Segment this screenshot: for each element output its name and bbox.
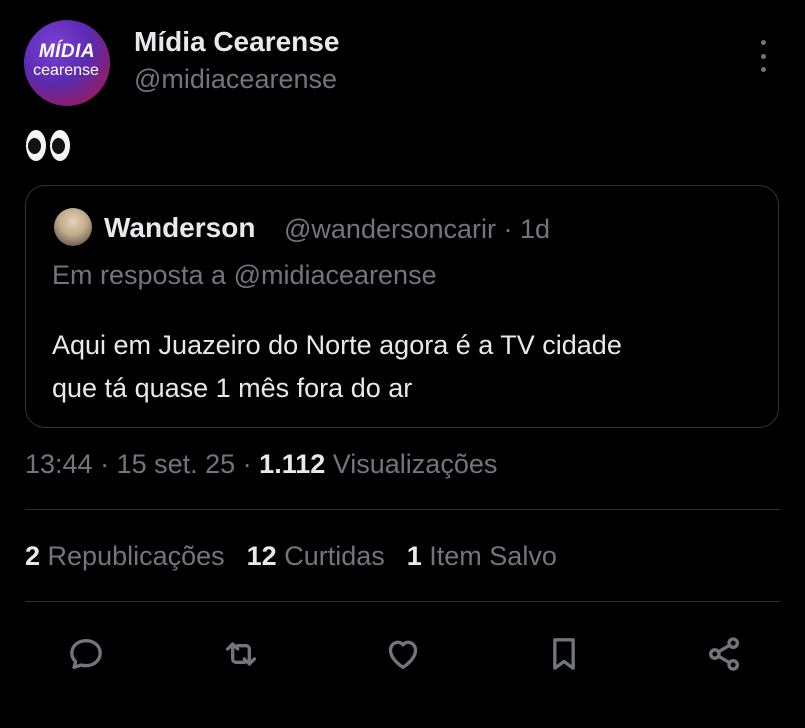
saves-count: 1 bbox=[406, 541, 422, 571]
engagement-stats: 2 Republicações 12 Curtidas 1 Item Salvo bbox=[25, 541, 557, 572]
saves-stat[interactable]: 1 Item Salvo bbox=[407, 541, 557, 571]
author-handle[interactable]: @midiacearense bbox=[134, 64, 337, 95]
reposts-count: 2 bbox=[25, 541, 41, 571]
tweet-metadata: 13:44 · 15 set. 25 · 1.112 Visualizações bbox=[25, 449, 497, 480]
quoted-text-line: que tá quase 1 mês fora do ar bbox=[52, 373, 413, 403]
author-name[interactable]: Mídia Cearense bbox=[134, 26, 339, 58]
eye-icon bbox=[26, 130, 46, 161]
tweet-time[interactable]: 13:44 bbox=[25, 449, 93, 479]
separator: · bbox=[235, 449, 260, 479]
views-count: 1.112 bbox=[259, 449, 326, 479]
reply-button[interactable] bbox=[64, 632, 108, 676]
tweet-text-emoji: 👀 bbox=[26, 130, 70, 166]
reply-icon bbox=[70, 639, 102, 669]
quoted-text-line: Aqui em Juazeiro do Norte agora é a TV c… bbox=[52, 330, 622, 360]
views-label: Visualizações bbox=[325, 449, 498, 479]
likes-count: 12 bbox=[246, 541, 277, 571]
quoted-author-avatar[interactable] bbox=[54, 208, 92, 246]
reposts-stat[interactable]: 2 Republicações bbox=[25, 541, 225, 571]
like-button[interactable] bbox=[381, 632, 425, 676]
repost-icon bbox=[226, 642, 256, 666]
bookmark-icon bbox=[553, 638, 575, 670]
saves-label: Item Salvo bbox=[421, 541, 557, 571]
reposts-label: Republicações bbox=[40, 541, 225, 571]
divider bbox=[25, 509, 780, 510]
likes-stat[interactable]: 12 Curtidas bbox=[247, 541, 385, 571]
divider bbox=[25, 601, 780, 602]
quoted-author-handle-time[interactable]: @wandersoncarir · 1d bbox=[284, 214, 550, 245]
eye-icon bbox=[50, 130, 70, 161]
quoted-author-name[interactable]: Wanderson bbox=[104, 212, 255, 244]
more-options-icon[interactable] bbox=[752, 36, 774, 76]
bookmark-button[interactable] bbox=[542, 632, 586, 676]
quoted-tweet[interactable]: Wanderson @wandersoncarir · 1d Em respos… bbox=[25, 185, 779, 428]
reply-context: Em resposta a @midiacearense bbox=[52, 260, 437, 290]
avatar-logo-line2: cearense bbox=[33, 62, 99, 79]
share-icon bbox=[709, 637, 739, 671]
tweet-date[interactable]: 15 set. 25 bbox=[117, 449, 236, 479]
share-button[interactable] bbox=[702, 632, 746, 676]
likes-label: Curtidas bbox=[276, 541, 385, 571]
quoted-tweet-text: Aqui em Juazeiro do Norte agora é a TV c… bbox=[52, 324, 752, 410]
avatar-logo-line1: MÍDIA bbox=[38, 41, 96, 62]
author-avatar[interactable]: MÍDIA cearense bbox=[24, 20, 110, 106]
separator: · bbox=[92, 449, 117, 479]
repost-button[interactable] bbox=[219, 632, 263, 676]
like-icon bbox=[388, 640, 418, 669]
